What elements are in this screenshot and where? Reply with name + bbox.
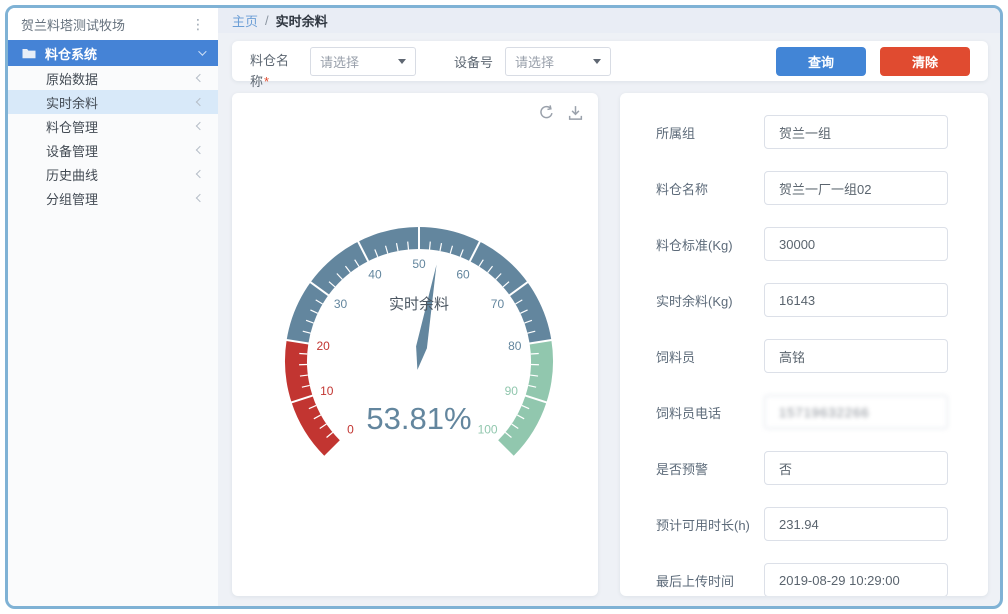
field-label: 最后上传时间 (656, 571, 764, 590)
svg-text:80: 80 (508, 339, 522, 353)
field-row-silo-standard: 料仓标准(Kg) 30000 (656, 227, 948, 261)
panels: 0 10 20 30 40 50 60 70 80 90 100 实时余料 53.81% 所属组 贺兰一… (232, 93, 988, 596)
field-value-alarm[interactable]: 否 (764, 451, 948, 485)
svg-text:90: 90 (505, 384, 519, 398)
chevron-left-icon (196, 170, 204, 178)
breadcrumb-current: 实时余料 (276, 11, 328, 30)
field-row-feeder-phone: 饲料员电话 15719632266 (656, 395, 948, 429)
sidebar-item-raw-data[interactable]: 原始数据 (8, 66, 218, 90)
chart-toolbox (538, 104, 584, 121)
svg-text:70: 70 (491, 297, 505, 311)
query-button[interactable]: 查询 (776, 47, 866, 76)
device-no-label: 设备号 (454, 52, 493, 71)
breadcrumb: 主页 / 实时余料 (218, 8, 1000, 33)
field-value-feeder-phone[interactable]: 15719632266 (764, 395, 948, 429)
field-value-feeder[interactable]: 高铭 (764, 339, 948, 373)
farm-title: 贺兰料塔测试牧场 (21, 15, 125, 34)
field-row-alarm: 是否预警 否 (656, 451, 948, 485)
caret-down-icon (593, 59, 601, 64)
sidebar-menu-silo-system[interactable]: 料仓系统 (8, 40, 218, 66)
field-row-realtime-remaining: 实时余料(Kg) 16143 (656, 283, 948, 317)
silo-info-panel: 所属组 贺兰一组 料仓名称 贺兰一厂一组02 料仓标准(Kg) 30000 实时… (620, 93, 988, 596)
required-asterisk: * (264, 74, 269, 89)
svg-text:53.81%: 53.81% (366, 401, 471, 436)
main-area: 主页 / 实时余料 料仓名称* 请选择 设备号 请选择 查询 清除 (218, 8, 1000, 606)
field-value-available-hours[interactable]: 231.94 (764, 507, 948, 541)
chevron-left-icon (196, 98, 204, 106)
chevron-left-icon (196, 74, 204, 82)
chevron-left-icon (196, 194, 204, 202)
field-value-silo-standard[interactable]: 30000 (764, 227, 948, 261)
caret-down-icon (398, 59, 406, 64)
svg-text:50: 50 (412, 257, 426, 271)
svg-text:100: 100 (478, 423, 498, 437)
folder-icon (22, 48, 36, 59)
chevron-left-icon (196, 146, 204, 154)
field-row-group: 所属组 贺兰一组 (656, 115, 948, 149)
field-label: 料仓名称 (656, 179, 764, 198)
device-no-select[interactable]: 请选择 (505, 47, 611, 76)
svg-text:10: 10 (320, 384, 334, 398)
field-row-feeder: 饲料员 高铭 (656, 339, 948, 373)
field-label: 是否预警 (656, 459, 764, 478)
menu-parent-label: 料仓系统 (45, 44, 97, 63)
chevron-left-icon (196, 122, 204, 130)
field-label: 饲料员 (656, 347, 764, 366)
page-content: 料仓名称* 请选择 设备号 请选择 查询 清除 (218, 33, 1000, 606)
sidebar-item-history-curve[interactable]: 历史曲线 (8, 162, 218, 186)
field-value-realtime-remaining[interactable]: 16143 (764, 283, 948, 317)
field-row-silo-name: 料仓名称 贺兰一厂一组02 (656, 171, 948, 205)
field-label: 饲料员电话 (656, 403, 764, 422)
clear-button[interactable]: 清除 (880, 47, 970, 76)
gauge-chart: 0 10 20 30 40 50 60 70 80 90 100 实时余料 53.81% (232, 93, 598, 596)
field-row-available-hours: 预计可用时长(h) 231.94 (656, 507, 948, 541)
silo-name-select[interactable]: 请选择 (310, 47, 416, 76)
app-window: 贺兰料塔测试牧场 ⋮ 料仓系统 原始数据 实时余料 料仓管理 (5, 5, 1003, 609)
sidebar-item-label: 原始数据 (46, 69, 98, 88)
svg-text:20: 20 (317, 339, 331, 353)
download-icon[interactable] (567, 104, 584, 121)
sidebar-item-label: 分组管理 (46, 189, 98, 208)
field-value-last-upload[interactable]: 2019-08-29 10:29:00 (764, 563, 948, 596)
more-options-icon[interactable]: ⋮ (191, 17, 205, 31)
sidebar-item-realtime-remaining[interactable]: 实时余料 (8, 90, 218, 114)
svg-text:40: 40 (368, 268, 382, 282)
sidebar-item-label: 设备管理 (46, 141, 98, 160)
svg-text:实时余料: 实时余料 (389, 295, 449, 313)
sidebar-header: 贺兰料塔测试牧场 ⋮ (8, 8, 218, 40)
sidebar-item-group-management[interactable]: 分组管理 (8, 186, 218, 210)
field-value-group[interactable]: 贺兰一组 (764, 115, 948, 149)
field-label: 实时余料(Kg) (656, 291, 764, 310)
chevron-down-icon (198, 47, 206, 55)
sidebar-item-label: 料仓管理 (46, 117, 98, 136)
silo-name-label: 料仓名称* (250, 41, 298, 92)
field-value-silo-name[interactable]: 贺兰一厂一组02 (764, 171, 948, 205)
sidebar-item-label: 实时余料 (46, 93, 98, 112)
svg-text:60: 60 (456, 268, 470, 282)
svg-text:0: 0 (347, 423, 354, 437)
sidebar-item-label: 历史曲线 (46, 165, 98, 184)
sidebar-submenu: 原始数据 实时余料 料仓管理 设备管理 历史曲线 分组管理 (8, 66, 218, 210)
sidebar: 贺兰料塔测试牧场 ⋮ 料仓系统 原始数据 实时余料 料仓管理 (8, 8, 218, 606)
field-label: 预计可用时长(h) (656, 515, 764, 534)
device-no-select-value: 请选择 (515, 52, 554, 71)
gauge-panel: 0 10 20 30 40 50 60 70 80 90 100 实时余料 53.81% (232, 93, 598, 596)
field-label: 料仓标准(Kg) (656, 235, 764, 254)
svg-text:30: 30 (334, 297, 348, 311)
breadcrumb-home-link[interactable]: 主页 (232, 11, 258, 30)
breadcrumb-separator: / (265, 13, 269, 28)
sidebar-item-device-management[interactable]: 设备管理 (8, 138, 218, 162)
silo-name-select-value: 请选择 (320, 52, 359, 71)
filter-bar: 料仓名称* 请选择 设备号 请选择 查询 清除 (232, 41, 988, 81)
refresh-icon[interactable] (538, 104, 555, 121)
field-row-last-upload: 最后上传时间 2019-08-29 10:29:00 (656, 563, 948, 596)
sidebar-item-silo-management[interactable]: 料仓管理 (8, 114, 218, 138)
field-label: 所属组 (656, 123, 764, 142)
